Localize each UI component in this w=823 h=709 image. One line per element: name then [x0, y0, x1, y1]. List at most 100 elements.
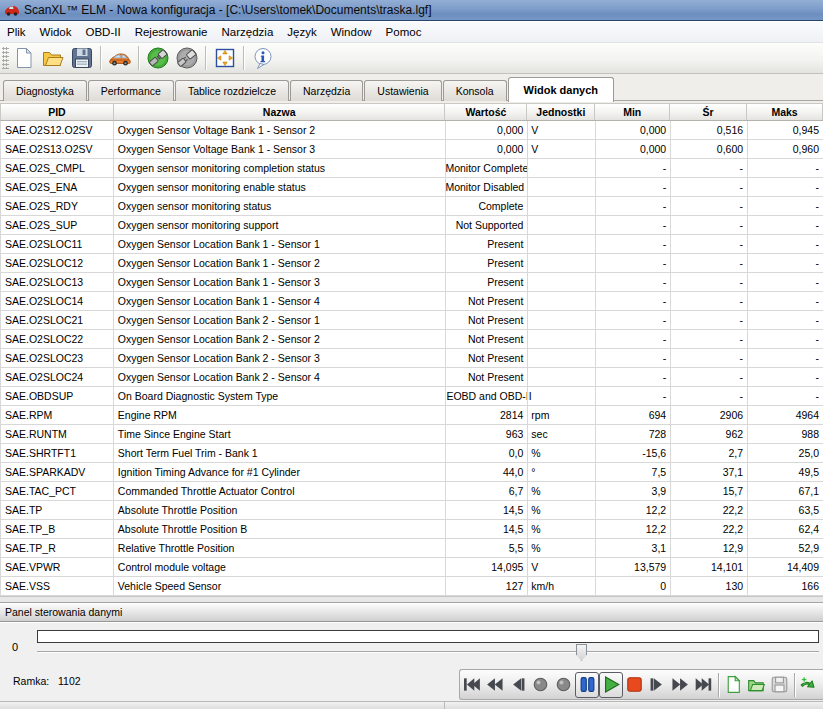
column-header-nazwa[interactable]: Nazwa — [114, 104, 446, 120]
table-row[interactable]: SAE.TPAbsolute Throttle Position14,5%12,… — [1, 501, 823, 520]
table-row[interactable]: SAE.O2S12.O2SVOxygen Sensor Voltage Bank… — [1, 121, 823, 140]
tab-diagnostyka[interactable]: Diagnostyka — [3, 80, 87, 101]
cell-nazwa: Oxygen Sensor Location Bank 2 - Sensor 1 — [114, 311, 446, 329]
cell-śr: - — [670, 197, 747, 215]
title-bar[interactable]: ScanXL™ ELM - Nowa konfiguracja - [C:\Us… — [0, 0, 823, 21]
table-row[interactable]: SAE.O2S_RDYOxygen sensor monitoring stat… — [1, 197, 823, 216]
table-row[interactable]: SAE.SPARKADVIgnition Timing Advance for … — [1, 463, 823, 482]
table-row[interactable]: SAE.RPMEngine RPM2814rpm69429064964 — [1, 406, 823, 425]
frame-slider-thumb[interactable] — [576, 644, 587, 661]
tab-tablice-rozdzielcze[interactable]: Tablice rozdzielcze — [175, 80, 289, 101]
tab-ustawienia[interactable]: Ustawienia — [364, 80, 441, 101]
table-row[interactable]: SAE.OBDSUPOn Board Diagnostic System Typ… — [1, 387, 823, 406]
menu-narz-dzia[interactable]: Narzędzia — [215, 23, 281, 41]
table-row[interactable]: SAE.VPWRControl module voltage14,095V13,… — [1, 558, 823, 577]
column-header-śr[interactable]: Śr — [670, 104, 747, 120]
menu-window[interactable]: Window — [324, 23, 379, 41]
toolbar-grip[interactable] — [2, 47, 9, 69]
column-header-maks[interactable]: Maks — [747, 104, 823, 120]
tab-performance[interactable]: Performance — [88, 80, 174, 101]
cell-wartość: 0,000 — [445, 121, 527, 139]
fast-forward-button[interactable] — [669, 671, 692, 698]
cell-wartość: 2814 — [445, 406, 527, 424]
about-button[interactable] — [248, 44, 277, 72]
connect-button[interactable] — [143, 44, 172, 72]
cell-śr: 22,2 — [670, 520, 747, 538]
cell-nazwa: Engine RPM — [114, 406, 446, 424]
menu-obd-ii[interactable]: OBD-II — [78, 23, 127, 41]
cell-wartość: Monitor Disabled — [445, 178, 527, 196]
add-log-button[interactable] — [798, 671, 821, 698]
table-row[interactable]: SAE.O2S13.O2SVOxygen Sensor Voltage Bank… — [1, 140, 823, 159]
frame-slider-track[interactable] — [37, 651, 819, 653]
save-config-button[interactable] — [67, 44, 96, 72]
cell-min: - — [595, 254, 670, 272]
table-row[interactable]: SAE.O2S_CMPLOxygen sensor monitoring com… — [1, 159, 823, 178]
cell-maks: 166 — [747, 577, 823, 595]
skip-to-end-button[interactable] — [692, 671, 715, 698]
step-back-icon — [508, 675, 527, 694]
table-row[interactable]: SAE.O2S_SUPOxygen sensor monitoring supp… — [1, 216, 823, 235]
tab-konsola[interactable]: Konsola — [443, 80, 507, 101]
open-log-button[interactable] — [745, 671, 768, 698]
folder-green-icon — [747, 675, 766, 694]
new-log-button[interactable] — [722, 671, 745, 698]
tab-narz-dzia[interactable]: Narzędzia — [290, 80, 363, 101]
cell-jednostki — [527, 387, 595, 405]
table-row[interactable]: SAE.TAC_PCTCommanded Throttle Actuator C… — [1, 482, 823, 501]
table-row[interactable]: SAE.O2SLOC13Oxygen Sensor Location Bank … — [1, 273, 823, 292]
cell-śr: 130 — [670, 577, 747, 595]
table-row[interactable]: SAE.O2SLOC22Oxygen Sensor Location Bank … — [1, 330, 823, 349]
cell-pid: SAE.O2S13.O2SV — [1, 140, 114, 158]
table-row[interactable]: SAE.O2S_ENAOxygen sensor monitoring enab… — [1, 178, 823, 197]
table-row[interactable]: SAE.TP_BAbsolute Throttle Position B14,5… — [1, 520, 823, 539]
cell-nazwa: Ignition Timing Advance for #1 Cylinder — [114, 463, 446, 481]
cell-pid: SAE.TP_R — [1, 539, 114, 557]
dashboard-button[interactable] — [210, 44, 239, 72]
pause-button[interactable] — [575, 672, 599, 698]
status-bar — [0, 701, 823, 709]
vehicle-button[interactable] — [105, 44, 134, 72]
column-header-pid[interactable]: PID — [1, 104, 114, 120]
column-header-min[interactable]: Min — [595, 104, 670, 120]
table-row[interactable]: SAE.O2SLOC11Oxygen Sensor Location Bank … — [1, 235, 823, 254]
cell-wartość: Not Present — [445, 311, 527, 329]
record2-button[interactable] — [552, 671, 575, 698]
save-log-button[interactable] — [768, 671, 791, 698]
table-row[interactable]: SAE.O2SLOC12Oxygen Sensor Location Bank … — [1, 254, 823, 273]
open-config-button[interactable] — [38, 44, 67, 72]
stop-button[interactable] — [623, 671, 646, 698]
column-header-wartość[interactable]: Wartość — [445, 104, 527, 120]
cell-nazwa: Absolute Throttle Position B — [114, 520, 446, 538]
column-header-jednostki[interactable]: Jednostki — [527, 104, 595, 120]
table-row[interactable]: SAE.VSSVehicle Speed Sensor127km/h013016… — [1, 577, 823, 596]
disconnect-button[interactable] — [172, 44, 201, 72]
table-row[interactable]: SAE.O2SLOC21Oxygen Sensor Location Bank … — [1, 311, 823, 330]
table-row[interactable]: SAE.TP_RRelative Throttle Position5,5%3,… — [1, 539, 823, 558]
step-back-button[interactable] — [506, 671, 529, 698]
table-row[interactable]: SAE.O2SLOC23Oxygen Sensor Location Bank … — [1, 349, 823, 368]
play-button[interactable] — [599, 672, 623, 698]
cell-pid: SAE.VSS — [1, 577, 114, 595]
menu-rejestrowanie[interactable]: Rejestrowanie — [128, 23, 215, 41]
skip-to-start-button[interactable] — [460, 671, 483, 698]
table-row[interactable]: SAE.O2SLOC14Oxygen Sensor Location Bank … — [1, 292, 823, 311]
menu-plik[interactable]: Plik — [0, 23, 33, 41]
menu-j-zyk[interactable]: Język — [280, 23, 323, 41]
cell-min: 12,2 — [595, 520, 670, 538]
table-row[interactable]: SAE.RUNTMTime Since Engine Start963sec72… — [1, 425, 823, 444]
menu-widok[interactable]: Widok — [33, 23, 79, 41]
cell-śr: - — [670, 178, 747, 196]
table-row[interactable]: SAE.SHRTFT1Short Term Fuel Trim - Bank 1… — [1, 444, 823, 463]
cell-wartość: Not Present — [445, 368, 527, 386]
rewind-button[interactable] — [483, 671, 506, 698]
step-forward-button[interactable] — [646, 671, 669, 698]
cell-wartość: Complete — [445, 197, 527, 215]
menu-pomoc[interactable]: Pomoc — [379, 23, 429, 41]
cell-jednostki: rpm — [527, 406, 595, 424]
record-button[interactable] — [529, 671, 552, 698]
control-panel-header: Panel sterowania danymi — [0, 602, 823, 622]
new-config-button[interactable] — [9, 44, 38, 72]
tab-widok-danych[interactable]: Widok danych — [508, 77, 614, 102]
table-row[interactable]: SAE.O2SLOC24Oxygen Sensor Location Bank … — [1, 368, 823, 387]
